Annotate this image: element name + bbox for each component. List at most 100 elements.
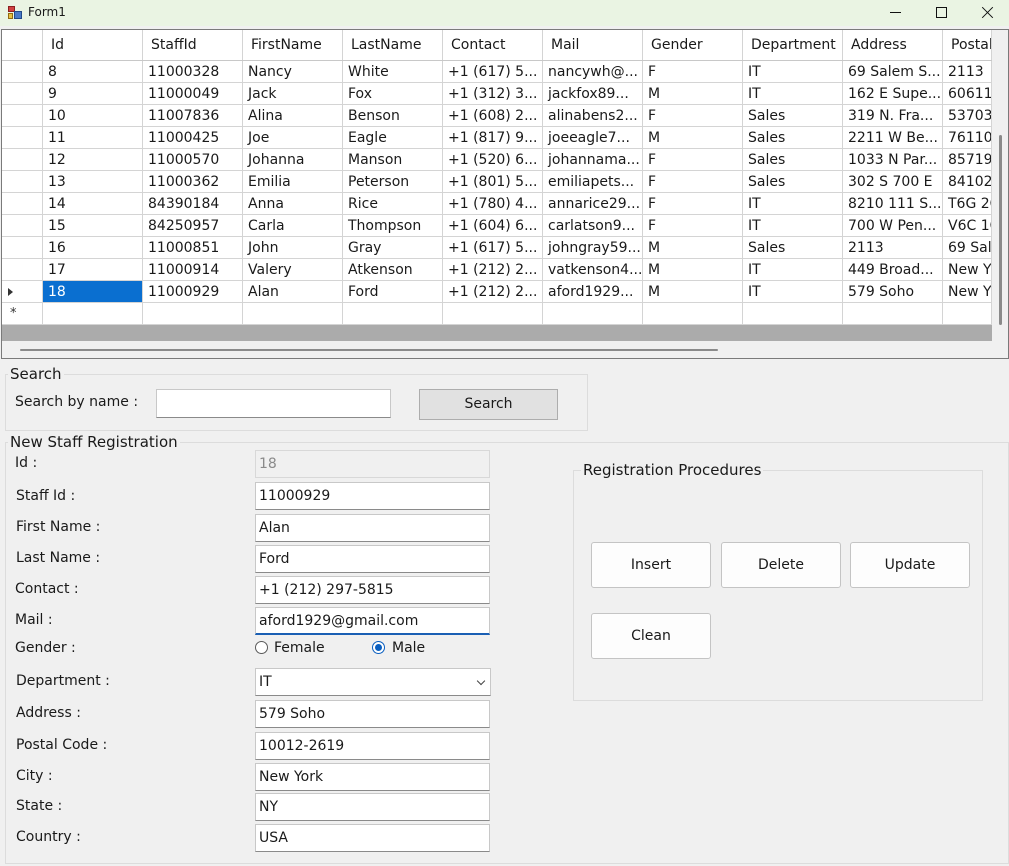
table-cell[interactable]: Johanna: [243, 149, 343, 171]
table-cell[interactable]: Valery: [243, 259, 343, 281]
table-cell[interactable]: joeeagle7...: [543, 127, 643, 149]
table-cell[interactable]: Atkenson: [343, 259, 443, 281]
table-cell[interactable]: 13: [43, 171, 143, 193]
table-cell[interactable]: 162 E Supe...: [843, 83, 943, 105]
first-name-field[interactable]: Alan: [255, 514, 490, 542]
table-row[interactable]: 13 11000362 Emilia Peterson +1 (801) 5... emi…: [2, 171, 992, 193]
table-cell[interactable]: Alan: [243, 281, 343, 303]
row-header[interactable]: [2, 127, 43, 149]
column-header[interactable]: Postal: [943, 30, 992, 60]
table-cell[interactable]: John: [243, 237, 343, 259]
table-cell[interactable]: New Y: [943, 281, 992, 303]
table-cell[interactable]: 15: [43, 215, 143, 237]
table-cell[interactable]: Sales: [743, 237, 843, 259]
table-cell[interactable]: 11000049: [143, 83, 243, 105]
table-cell[interactable]: [843, 303, 943, 325]
table-cell[interactable]: Ford: [343, 281, 443, 303]
row-header[interactable]: [2, 149, 43, 171]
table-cell[interactable]: M: [643, 127, 743, 149]
delete-button[interactable]: Delete: [721, 542, 841, 588]
state-field[interactable]: NY: [255, 793, 490, 821]
table-cell[interactable]: +1 (520) 6...: [443, 149, 543, 171]
clean-button[interactable]: Clean: [591, 613, 711, 659]
table-cell[interactable]: F: [643, 149, 743, 171]
table-cell[interactable]: [543, 303, 643, 325]
table-cell[interactable]: F: [643, 215, 743, 237]
table-cell[interactable]: Peterson: [343, 171, 443, 193]
table-cell[interactable]: 449 Broad...: [843, 259, 943, 281]
table-cell[interactable]: [743, 303, 843, 325]
column-header[interactable]: Gender: [643, 30, 743, 60]
table-cell[interactable]: nancywh@...: [543, 61, 643, 83]
table-cell[interactable]: 2113: [843, 237, 943, 259]
column-header[interactable]: Id: [43, 30, 143, 60]
table-cell[interactable]: 9: [43, 83, 143, 105]
department-select[interactable]: IT: [255, 668, 491, 696]
table-cell[interactable]: 11000328: [143, 61, 243, 83]
table-cell[interactable]: M: [643, 281, 743, 303]
city-field[interactable]: New York: [255, 763, 490, 791]
table-cell[interactable]: Joe: [243, 127, 343, 149]
search-input[interactable]: [156, 389, 391, 418]
table-cell[interactable]: Benson: [343, 105, 443, 127]
table-cell[interactable]: 319 N. Fra...: [843, 105, 943, 127]
table-cell[interactable]: M: [643, 83, 743, 105]
row-header[interactable]: [2, 105, 43, 127]
table-row[interactable]: 11 11000425 Joe Eagle +1 (817) 9... joeeagle7…: [2, 127, 992, 149]
table-cell[interactable]: 17: [43, 259, 143, 281]
table-cell[interactable]: F: [643, 171, 743, 193]
column-header[interactable]: Mail: [543, 30, 643, 60]
table-cell[interactable]: 84102: [943, 171, 992, 193]
table-cell[interactable]: IT: [743, 215, 843, 237]
table-row[interactable]: 16 11000851 John Gray +1 (617) 5... johngray5…: [2, 237, 992, 259]
table-cell[interactable]: 18: [43, 281, 143, 303]
table-cell[interactable]: 12: [43, 149, 143, 171]
table-cell[interactable]: 11000929: [143, 281, 243, 303]
table-cell[interactable]: [243, 303, 343, 325]
table-row[interactable]: 15 84250957 Carla Thompson +1 (604) 6... carl…: [2, 215, 992, 237]
table-cell[interactable]: johannama...: [543, 149, 643, 171]
table-cell[interactable]: Nancy: [243, 61, 343, 83]
country-field[interactable]: USA: [255, 824, 490, 852]
table-cell[interactable]: +1 (780) 4...: [443, 193, 543, 215]
table-cell[interactable]: [43, 303, 143, 325]
row-header[interactable]: *: [2, 303, 43, 325]
table-cell[interactable]: +1 (801) 5...: [443, 171, 543, 193]
table-cell[interactable]: White: [343, 61, 443, 83]
contact-field[interactable]: +1 (212) 297-5815: [255, 576, 490, 604]
vertical-scroll-thumb[interactable]: [999, 135, 1002, 325]
table-cell[interactable]: johngray59...: [543, 237, 643, 259]
table-row[interactable]: 12 11000570 Johanna Manson +1 (520) 6... joha…: [2, 149, 992, 171]
row-header[interactable]: [2, 281, 43, 303]
search-button[interactable]: Search: [419, 389, 558, 420]
table-cell[interactable]: +1 (617) 5...: [443, 237, 543, 259]
row-header[interactable]: [2, 171, 43, 193]
row-header[interactable]: [2, 61, 43, 83]
table-cell[interactable]: 2113: [943, 61, 992, 83]
table-cell[interactable]: [143, 303, 243, 325]
minimize-button[interactable]: [872, 0, 918, 26]
gender-female-radio[interactable]: [255, 641, 268, 654]
table-cell[interactable]: Thompson: [343, 215, 443, 237]
table-cell[interactable]: Manson: [343, 149, 443, 171]
table-cell[interactable]: Sales: [743, 171, 843, 193]
table-cell[interactable]: Alina: [243, 105, 343, 127]
table-row[interactable]: 14 84390184 Anna Rice +1 (780) 4... annarice2…: [2, 193, 992, 215]
table-cell[interactable]: M: [643, 237, 743, 259]
maximize-button[interactable]: [918, 0, 964, 26]
column-header[interactable]: Contact: [443, 30, 543, 60]
table-cell[interactable]: 579 Soho: [843, 281, 943, 303]
table-cell[interactable]: 1033 N Par...: [843, 149, 943, 171]
table-cell[interactable]: IT: [743, 259, 843, 281]
table-cell[interactable]: M: [643, 259, 743, 281]
table-cell[interactable]: Emilia: [243, 171, 343, 193]
table-cell[interactable]: 69 Salem S...: [843, 61, 943, 83]
table-row[interactable]: 9 11000049 Jack Fox +1 (312) 3... jackfox89..…: [2, 83, 992, 105]
last-name-field[interactable]: Ford: [255, 545, 490, 573]
table-cell[interactable]: 69 Sale: [943, 237, 992, 259]
table-cell[interactable]: +1 (212) 2...: [443, 281, 543, 303]
table-cell[interactable]: IT: [743, 193, 843, 215]
table-cell[interactable]: F: [643, 193, 743, 215]
table-cell[interactable]: 700 W Pen...: [843, 215, 943, 237]
table-cell[interactable]: [443, 303, 543, 325]
